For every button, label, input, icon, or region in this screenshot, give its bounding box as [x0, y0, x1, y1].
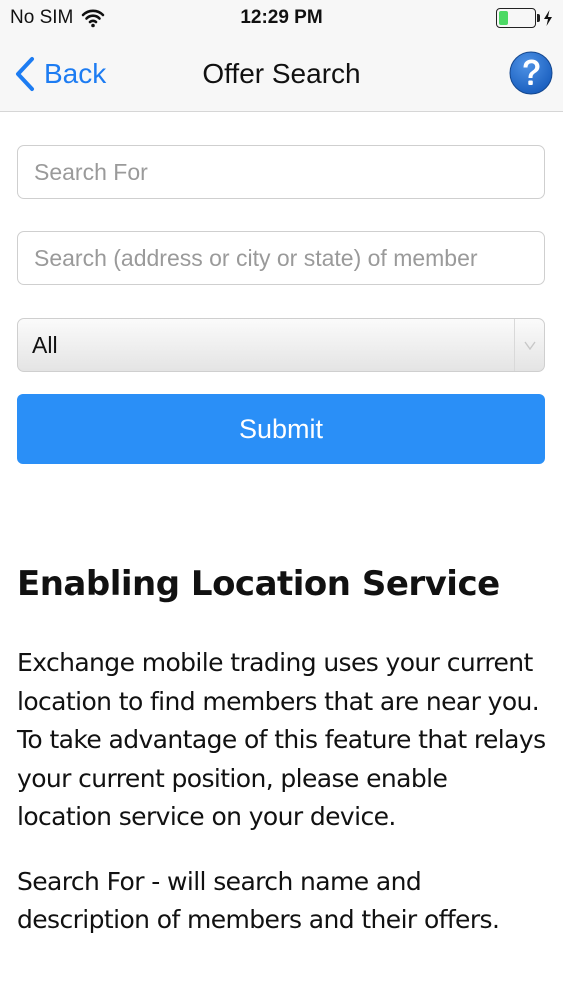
battery-tip [537, 14, 540, 22]
search-for-input[interactable] [17, 145, 545, 199]
back-button[interactable]: Back [14, 56, 106, 92]
category-select[interactable]: All [17, 318, 545, 372]
back-label: Back [44, 58, 107, 89]
info-paragraph-location: Exchange mobile trading uses your curren… [17, 648, 546, 831]
battery-icon [496, 8, 536, 28]
battery-fill [499, 11, 508, 25]
chevron-left-icon [16, 57, 34, 91]
submit-button[interactable]: Submit [17, 394, 545, 464]
info-heading: Enabling Location Service [17, 564, 500, 604]
select-caret [514, 319, 544, 371]
battery-indicator [496, 8, 553, 28]
chevron-down-icon [523, 341, 536, 350]
info-body: Exchange mobile trading uses your curren… [17, 644, 547, 966]
navigation-bar: Back Offer Search [0, 36, 563, 112]
status-time: 12:29 PM [240, 7, 323, 28]
info-paragraph-search-for: Search For - will search name and descri… [17, 866, 500, 935]
location-search-input[interactable] [17, 231, 545, 285]
charging-bolt-icon [544, 10, 552, 26]
status-bar: No SIM 12:29 PM [0, 0, 563, 36]
category-selected-value: All [32, 331, 58, 358]
question-circle-icon[interactable] [509, 51, 553, 95]
